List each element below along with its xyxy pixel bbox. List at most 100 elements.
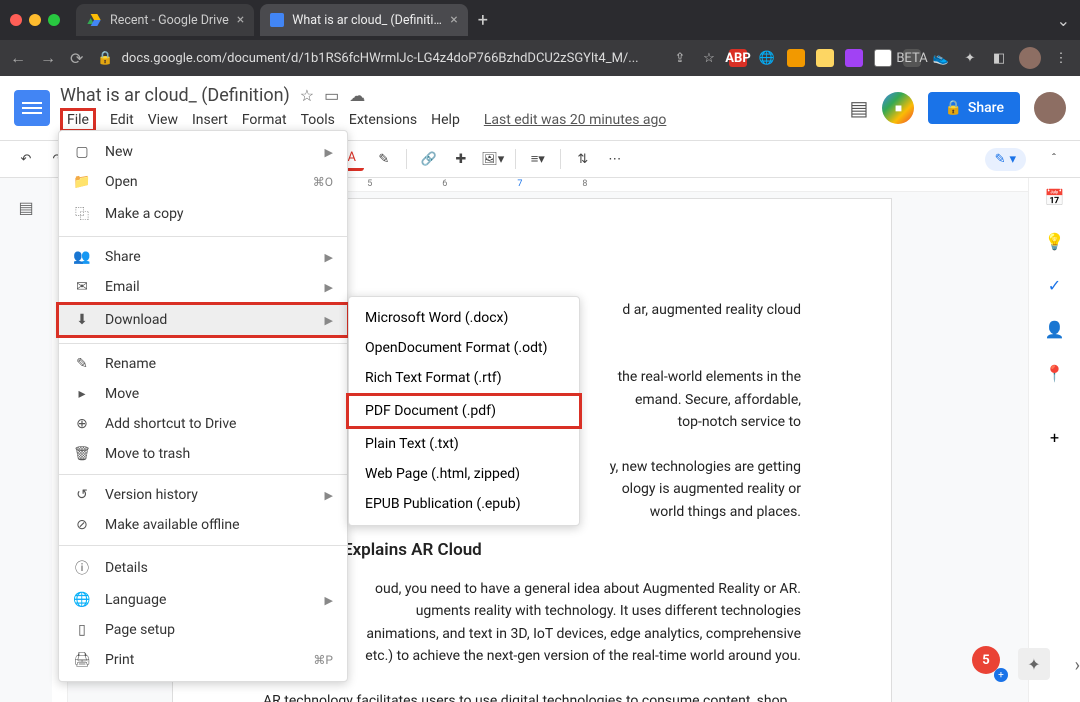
left-gutter: ▤	[0, 178, 52, 702]
menu-item-open[interactable]: 📁Open⌘O	[59, 167, 347, 197]
menu-item-move[interactable]: ▸Move	[59, 379, 347, 409]
tasks-icon[interactable]: ✓	[1044, 274, 1066, 296]
menu-item-share[interactable]: 👥Share▶	[59, 242, 347, 272]
document-title[interactable]: What is ar cloud_ (Definition)	[60, 85, 290, 106]
menu-extensions[interactable]: Extensions	[349, 112, 417, 128]
tab-overflow-icon[interactable]: ⌄	[1057, 11, 1070, 30]
menu-item-offline[interactable]: ⊘Make available offline	[59, 510, 347, 540]
highlight-button[interactable]: ✎	[372, 147, 396, 171]
browser-tab-docs[interactable]: What is ar cloud_ (Definition) ×	[260, 4, 467, 36]
menu-tools[interactable]: Tools	[301, 112, 335, 128]
calendar-icon[interactable]: 📅	[1044, 186, 1066, 208]
keep-icon[interactable]: 💡	[1044, 230, 1066, 252]
side-panel-collapse-icon[interactable]: ›	[1075, 655, 1080, 676]
google-docs-icon	[270, 13, 284, 27]
extension-icon[interactable]: 👟	[932, 49, 950, 67]
extension-icon[interactable]	[874, 49, 892, 67]
menu-help[interactable]: Help	[431, 112, 460, 128]
editing-mode-button[interactable]: ✎ ▾	[985, 148, 1026, 171]
side-panel: 📅 💡 ✓ 👤 📍 +	[1028, 178, 1080, 702]
menu-item-new[interactable]: ▢New▶	[59, 137, 347, 167]
explore-button[interactable]: ✦	[1018, 648, 1050, 680]
download-odt[interactable]: OpenDocument Format (.odt)	[349, 333, 579, 363]
download-rtf[interactable]: Rich Text Format (.rtf)	[349, 363, 579, 393]
menu-item-add-shortcut[interactable]: ⊕Add shortcut to Drive	[59, 409, 347, 439]
menu-item-print[interactable]: 🖨Print⌘P	[59, 645, 347, 675]
extension-icon[interactable]	[816, 49, 834, 67]
browser-menu-icon[interactable]: ⋮	[1052, 49, 1070, 67]
outline-toggle-icon[interactable]: ▤	[18, 198, 33, 217]
share-person-icon: 👥	[73, 249, 91, 265]
browser-tab-strip: Recent - Google Drive × What is ar cloud…	[0, 0, 1080, 40]
submenu-arrow-icon: ▶	[325, 489, 333, 502]
back-button[interactable]: ←	[10, 48, 26, 68]
menu-format[interactable]: Format	[242, 112, 287, 128]
profile-avatar[interactable]	[1019, 47, 1041, 69]
extension-icon[interactable]	[845, 49, 863, 67]
maps-icon[interactable]: 📍	[1044, 362, 1066, 384]
download-icon: ⬇	[73, 312, 91, 328]
comment-history-icon[interactable]: ▤	[850, 96, 869, 120]
close-tab-icon[interactable]: ×	[237, 12, 244, 28]
close-window-icon[interactable]	[10, 14, 22, 26]
menu-item-make-copy[interactable]: ⿻Make a copy	[59, 197, 347, 231]
download-pdf[interactable]: PDF Document (.pdf)	[349, 396, 579, 426]
share-button[interactable]: 🔒 Share	[928, 92, 1020, 124]
new-tab-button[interactable]: +	[478, 10, 488, 31]
add-addon-icon[interactable]: +	[1044, 426, 1066, 448]
insert-image-button[interactable]: 🖼▾	[481, 147, 505, 171]
share-page-icon[interactable]: ⇪	[671, 49, 689, 67]
menu-item-version-history[interactable]: ↺Version history▶	[59, 480, 347, 510]
browser-tab-drive[interactable]: Recent - Google Drive ×	[76, 4, 254, 36]
download-epub[interactable]: EPUB Publication (.epub)	[349, 489, 579, 519]
menu-item-details[interactable]: ⓘDetails	[59, 551, 347, 585]
abp-extension-icon[interactable]: ABP	[729, 49, 747, 67]
menu-item-page-setup[interactable]: ▯Page setup	[59, 615, 347, 645]
forward-button[interactable]: →	[40, 48, 56, 68]
align-button[interactable]: ≡▾	[526, 147, 550, 171]
window-controls[interactable]	[10, 14, 60, 26]
submenu-arrow-icon: ▶	[325, 281, 333, 294]
download-html[interactable]: Web Page (.html, zipped)	[349, 459, 579, 489]
folder-icon: 📁	[73, 174, 91, 190]
move-to-folder-icon[interactable]: ▭	[324, 86, 339, 105]
download-txt[interactable]: Plain Text (.txt)	[349, 429, 579, 459]
contacts-icon[interactable]: 👤	[1044, 318, 1066, 340]
reload-button[interactable]: ⟳	[70, 49, 83, 68]
chevron-down-icon: ▾	[1009, 152, 1016, 167]
globe-extension-icon[interactable]: 🌐	[758, 49, 776, 67]
line-spacing-button[interactable]: ⇅	[571, 147, 595, 171]
last-edit-link[interactable]: Last edit was 20 minutes ago	[484, 112, 667, 128]
menu-item-language[interactable]: 🌐Language▶	[59, 585, 347, 615]
extension-icon[interactable]	[787, 49, 805, 67]
user-avatar[interactable]	[1034, 92, 1066, 124]
close-tab-icon[interactable]: ×	[450, 12, 457, 28]
menu-insert[interactable]: Insert	[192, 112, 228, 128]
side-panel-icon[interactable]: ◧	[990, 49, 1008, 67]
menu-item-email[interactable]: ✉Email▶	[59, 272, 347, 302]
move-icon: ▸	[73, 386, 91, 402]
menu-edit[interactable]: Edit	[110, 112, 134, 128]
more-button[interactable]: ⋯	[603, 147, 627, 171]
minimize-window-icon[interactable]	[29, 14, 41, 26]
meet-icon[interactable]: ■	[882, 92, 914, 124]
menu-item-rename[interactable]: ✎Rename	[59, 349, 347, 379]
undo-button[interactable]: ↶	[14, 147, 38, 171]
menu-item-trash[interactable]: 🗑Move to trash	[59, 439, 347, 469]
star-icon[interactable]: ☆	[300, 86, 314, 105]
extensions-puzzle-icon[interactable]: ✦	[961, 49, 979, 67]
menu-file[interactable]: File	[60, 108, 96, 132]
menu-item-download[interactable]: ⬇Download▶	[59, 305, 347, 335]
print-icon: 🖨	[73, 652, 91, 668]
download-docx[interactable]: Microsoft Word (.docx)	[349, 303, 579, 333]
collapse-toolbar-button[interactable]: ˆ	[1042, 147, 1066, 171]
insert-link-button[interactable]: 🔗	[417, 147, 441, 171]
maximize-window-icon[interactable]	[48, 14, 60, 26]
download-submenu: Microsoft Word (.docx) OpenDocument Form…	[348, 296, 580, 526]
menu-view[interactable]: View	[148, 112, 178, 128]
insert-comment-button[interactable]: ✚	[449, 147, 473, 171]
address-bar[interactable]: 🔒 docs.google.com/document/d/1b1RS6fcHWr…	[97, 51, 638, 66]
cloud-status-icon[interactable]: ☁	[349, 86, 365, 105]
bookmark-star-icon[interactable]: ☆	[700, 49, 718, 67]
docs-home-icon[interactable]	[14, 90, 50, 126]
